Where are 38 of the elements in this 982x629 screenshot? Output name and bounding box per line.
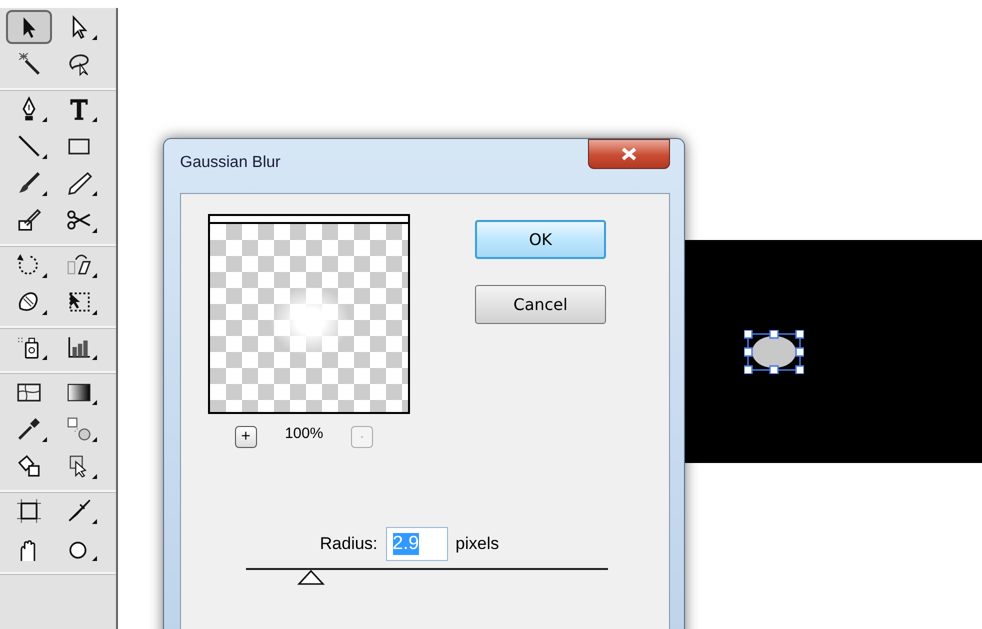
tool-button[interactable] xyxy=(6,10,52,44)
flyout-triangle-icon xyxy=(92,228,97,233)
ok-button[interactable]: OK xyxy=(475,220,606,259)
flyout-triangle-icon xyxy=(42,154,47,159)
window-title: Gaussian Blur xyxy=(180,154,280,172)
flyout-triangle-icon xyxy=(42,117,47,122)
flyout-triangle-icon xyxy=(92,35,97,40)
crop-square-icon xyxy=(16,498,42,524)
close-icon xyxy=(620,147,638,161)
cancel-button[interactable]: Cancel xyxy=(475,285,606,324)
flyout-triangle-icon xyxy=(42,310,47,315)
radius-label: Radius: xyxy=(320,534,378,554)
unit-label: pixels xyxy=(456,534,499,554)
flyout-triangle-icon xyxy=(92,474,97,479)
flyout-triangle-icon xyxy=(92,556,97,561)
flyout-triangle-icon xyxy=(92,117,97,122)
flyout-triangle-icon xyxy=(92,191,97,196)
flyout-triangle-icon xyxy=(92,519,97,524)
flyout-triangle-icon xyxy=(92,310,97,315)
line-icon xyxy=(16,133,42,159)
close-button[interactable] xyxy=(588,139,670,169)
knife-icon xyxy=(66,498,92,524)
flyout-triangle-icon xyxy=(42,191,47,196)
flyout-triangle-icon xyxy=(92,355,97,360)
flyout-triangle-icon xyxy=(92,400,97,405)
flyout-triangle-icon xyxy=(92,437,97,442)
blend-icon xyxy=(66,416,92,442)
flyout-triangle-icon xyxy=(42,355,47,360)
zoom-level: 100% xyxy=(284,424,324,442)
flyout-triangle-icon xyxy=(42,437,47,442)
flyout-triangle-icon xyxy=(42,273,47,278)
magic-wand-icon xyxy=(16,51,42,77)
flyout-triangle-icon xyxy=(92,273,97,278)
radius-slider[interactable] xyxy=(246,568,608,586)
slider-thumb[interactable] xyxy=(297,570,326,586)
zoom-in-button[interactable]: + xyxy=(234,426,257,448)
eyedropper-icon xyxy=(16,416,42,442)
pencil-icon xyxy=(66,170,92,196)
